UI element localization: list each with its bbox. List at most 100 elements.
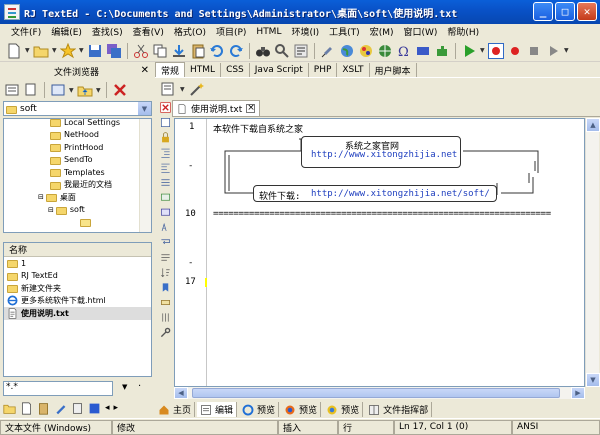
code-area[interactable]: 本软件下载自系统之家 系统之家官网 http://www.xitongzhiji… [213,119,583,386]
document-tab-icon[interactable] [20,401,33,415]
columns-icon[interactable] [160,312,171,323]
chevron-down-icon[interactable]: ▼ [79,47,84,54]
find-binoculars-icon[interactable] [255,43,271,59]
outdent-icon[interactable] [160,162,171,173]
document-tab[interactable]: 使用说明.txt × [172,100,261,116]
case-icon[interactable] [160,222,171,233]
view-mode-icon[interactable] [50,82,66,98]
trim-icon[interactable] [160,252,171,263]
clipboard-tab-icon[interactable] [37,402,50,415]
menu-project[interactable]: 项目(P) [211,25,251,38]
sort-icon[interactable] [160,267,171,278]
scroll-right-icon[interactable]: ▸ [114,403,119,413]
run-icon[interactable] [461,43,477,59]
close-tab-icon[interactable]: × [246,104,256,113]
tree-item[interactable]: Templates [4,166,151,179]
maximize-button[interactable]: □ [555,2,575,21]
scroll-left-icon[interactable]: ◀ [174,387,188,399]
copy-path-icon[interactable] [23,82,39,98]
collapse-icon[interactable]: ⊟ [48,206,54,214]
filter-input[interactable]: *.* [3,381,113,396]
tab-css[interactable]: CSS [221,63,250,77]
tree-item[interactable]: ⊟ soft [4,204,151,217]
favorites-star-icon[interactable] [60,42,76,59]
scroll-down-icon[interactable]: ▼ [586,373,600,387]
open-folder-icon[interactable] [33,43,49,59]
stop-icon[interactable] [526,43,542,59]
horizontal-scrollbar[interactable]: ◀ ▶ [174,387,585,399]
delete-icon[interactable] [112,82,128,98]
view-tab-home[interactable]: 主页 [155,402,196,417]
view-tab-preview-chrome[interactable]: 预览 [323,402,364,417]
plugin-icon[interactable] [434,43,450,59]
tag-icon[interactable] [415,43,431,59]
record-macro-icon[interactable] [488,42,504,59]
snippet-tab-icon[interactable] [71,402,84,415]
redo-icon[interactable] [228,43,244,59]
lock-icon[interactable] [160,132,171,143]
chevron-down-icon[interactable]: ▼ [52,47,57,54]
list-item[interactable]: 新建文件夹 [4,282,151,295]
chevron-down-icon[interactable]: ▼ [180,86,185,93]
fold-marker[interactable]: - [188,258,193,268]
list-item[interactable]: 更多系统软件下载.html [4,295,151,308]
tab-general[interactable]: 常规 [155,62,186,77]
paste-icon[interactable] [190,43,206,59]
tree-item[interactable] [4,216,151,229]
menu-tools[interactable]: 工具(T) [324,25,365,38]
folder-combo[interactable]: soft ▼ [3,101,152,116]
menu-help[interactable]: 帮助(H) [442,25,484,38]
view-tab-preview-ie[interactable]: 预览 [239,402,280,417]
doc-list-icon[interactable] [160,117,171,128]
collapse-icon[interactable]: ⊟ [38,193,44,201]
cut-icon[interactable] [133,43,149,59]
close-icon[interactable]: ✕ [141,65,149,76]
chevron-down-icon[interactable]: ▼ [69,87,74,94]
omega-icon[interactable]: Ω [396,43,412,59]
tab-php[interactable]: PHP [309,63,338,77]
view-tab-file-commander[interactable]: 文件指挥部 [365,402,433,417]
column-header-name[interactable]: 名称 [4,243,151,257]
more-icon[interactable]: · [138,381,141,392]
globe-icon[interactable] [339,43,355,59]
tree-item[interactable]: Local Settings [4,119,151,129]
view-list-icon[interactable] [4,82,20,98]
wrap-icon[interactable] [293,43,309,59]
tree-item[interactable]: SendTo [4,154,151,167]
menu-environment[interactable]: 环境(I) [286,25,324,38]
chevron-down-icon[interactable]: ▼ [480,47,485,54]
ruler-icon[interactable] [160,297,171,308]
wand-icon[interactable] [189,81,205,97]
folder-tab-icon[interactable] [3,402,16,415]
align-icon[interactable] [160,177,171,188]
tab-javascript[interactable]: Java Script [250,63,309,77]
comment-icon[interactable] [160,192,171,203]
new-file-icon[interactable] [6,43,22,59]
uncomment-icon[interactable] [160,207,171,218]
download-icon[interactable] [171,43,187,59]
menu-html[interactable]: HTML [251,27,286,37]
folder-tree[interactable]: Local Settings NetHood PrintHood SendTo … [3,118,152,233]
wrap-lines-icon[interactable] [160,237,171,248]
menu-macro[interactable]: 宏(M) [365,25,399,38]
chevron-down-icon[interactable]: ▼ [564,47,569,54]
menu-search[interactable]: 查找(S) [87,25,128,38]
download-url[interactable]: http://www.xitongzhijia.net/soft/ [311,189,490,199]
find-replace-icon[interactable] [274,43,290,59]
list-item[interactable]: 1 [4,257,151,270]
tab-user-scripts[interactable]: 用户脚本 [370,63,417,77]
color-picker-icon[interactable] [358,43,374,59]
browser-icon[interactable] [377,43,393,59]
tree-item[interactable]: 我最近的文档 [4,179,151,192]
fold-marker[interactable]: - [188,161,193,171]
vertical-scrollbar[interactable]: ▲ ▼ [585,118,600,387]
copy-icon[interactable] [152,43,168,59]
scroll-up-icon[interactable]: ▲ [586,118,600,132]
chevron-down-icon[interactable]: ▼ [96,87,101,94]
play-macro-icon[interactable] [545,43,561,59]
scroll-left-icon[interactable]: ◂ [105,403,110,413]
save-all-icon[interactable] [106,43,122,59]
view-tab-edit[interactable]: 编辑 [197,402,238,417]
menu-view[interactable]: 查看(V) [128,25,169,38]
chevron-down-icon[interactable]: ▼ [122,383,127,391]
